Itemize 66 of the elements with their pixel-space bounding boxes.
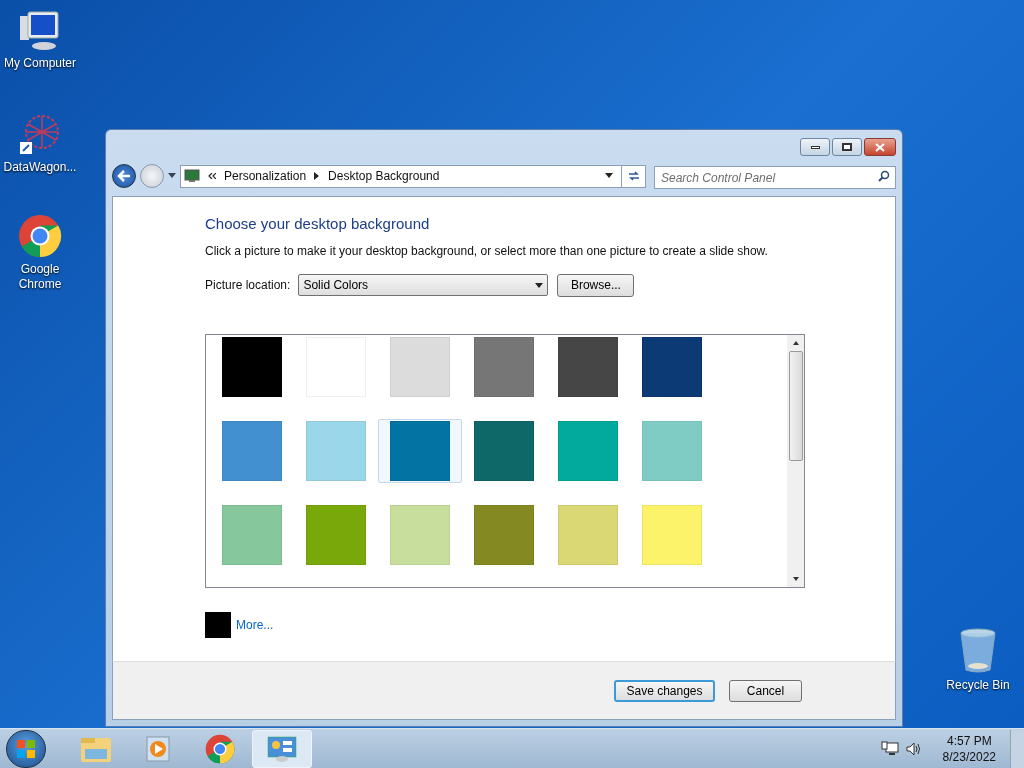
arrow-left-icon	[117, 170, 131, 182]
breadcrumb-item[interactable]: Desktop Background	[328, 167, 440, 185]
chrome-icon	[18, 214, 62, 258]
color-swatch[interactable]	[642, 336, 702, 397]
desktop-icon-label[interactable]: Google Chrome	[2, 262, 78, 292]
double-chevron-left-icon[interactable]	[208, 173, 216, 179]
color-swatch[interactable]	[222, 420, 282, 481]
color-swatch[interactable]	[474, 336, 534, 397]
network-graph-icon	[18, 112, 62, 156]
clock-time[interactable]: 4:57 PM	[946, 732, 992, 749]
color-swatch[interactable]	[306, 336, 366, 397]
desktop-icon-label[interactable]: DataWagon...	[3, 160, 77, 175]
windows-logo-icon	[16, 738, 36, 759]
breadcrumb-item[interactable]: Personalization	[224, 167, 307, 185]
color-swatch[interactable]	[390, 504, 450, 565]
close-button[interactable]	[864, 138, 896, 156]
close-icon	[875, 142, 885, 152]
color-swatch[interactable]	[558, 504, 618, 565]
color-swatch[interactable]	[222, 336, 282, 397]
color-swatch[interactable]	[474, 504, 534, 565]
clock-date[interactable]: 8/23/2022	[942, 748, 996, 765]
color-swatch[interactable]	[642, 504, 702, 565]
speaker-icon[interactable]	[904, 740, 921, 757]
computer-icon	[18, 8, 62, 52]
scrollbar[interactable]	[787, 334, 804, 587]
caret-icon[interactable]	[168, 173, 176, 179]
caret-icon[interactable]	[605, 173, 613, 179]
location-dropdown[interactable]: Solid Colors	[298, 274, 549, 296]
dialog-button[interactable]: Save changes	[614, 679, 715, 702]
trash-bin-icon	[958, 628, 998, 674]
desktop-icon-label[interactable]: My Computer	[4, 56, 76, 71]
location-label: Picture location:	[205, 277, 291, 294]
color-swatch[interactable]	[306, 420, 366, 481]
more-colors-link[interactable]: More...	[236, 615, 274, 634]
control-panel-icon	[266, 734, 298, 763]
color-swatch[interactable]	[306, 504, 366, 565]
search-icon	[878, 169, 890, 182]
color-swatch[interactable]	[642, 420, 702, 481]
show-desktop-button[interactable]	[1010, 729, 1024, 768]
color-swatch[interactable]	[558, 336, 618, 397]
color-swatch[interactable]	[474, 420, 534, 481]
network-icon[interactable]	[880, 740, 899, 757]
scroll-thumb[interactable]	[788, 350, 803, 461]
taskbar-button[interactable]	[252, 729, 312, 768]
maximize-button[interactable]	[832, 138, 862, 156]
media-player-icon	[144, 734, 172, 763]
monitor-icon	[184, 169, 200, 183]
search-field[interactable]: Search Control Panel	[654, 166, 896, 189]
start-button[interactable]	[6, 729, 46, 768]
color-swatch[interactable]	[222, 504, 282, 565]
chevron-right-icon[interactable]	[314, 172, 321, 180]
desktop-icon-label[interactable]: Recycle Bin	[946, 678, 1010, 693]
hover-frame[interactable]	[378, 418, 462, 483]
browse-button[interactable]: Browse...	[557, 273, 635, 297]
refresh-icon	[626, 170, 641, 182]
color-swatch[interactable]	[390, 336, 450, 397]
dialog-button[interactable]: Cancel	[729, 679, 802, 702]
page-heading: Choose your desktop background	[205, 214, 431, 234]
color-swatch[interactable]	[390, 420, 450, 481]
chrome-icon	[205, 733, 235, 764]
address-bar[interactable]: Personalization Desktop Background	[180, 164, 646, 188]
caret-icon	[535, 282, 544, 288]
minimize-button[interactable]	[800, 138, 830, 156]
color-swatch[interactable]	[558, 420, 618, 481]
description-text: Click a picture to make it your desktop background, or select more than one picture to create a slide show.	[205, 242, 769, 260]
back-button[interactable]	[112, 164, 136, 188]
